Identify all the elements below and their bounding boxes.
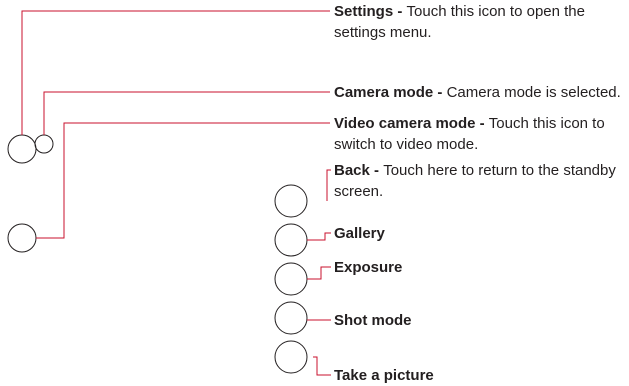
take-picture-leader-line [313,356,331,376]
callout-exposure: Exposure [334,257,402,278]
callout-term: Settings [334,3,394,20]
callout-term: Shot mode [334,312,412,329]
callout-description: Camera mode is selected. [446,84,621,101]
callout-term: Take a picture [334,367,434,384]
callout-description: Touch here to return to the standby [383,162,616,179]
back-icon-circle [274,184,308,218]
callout-shot-mode: Shot mode [334,310,412,331]
callout-term: Back [334,162,370,179]
callout-settings: Settings - Touch this icon to open the s… [334,1,585,43]
callout-description-line2: switch to video mode. [334,136,479,153]
exposure-icon-circle [274,262,308,296]
callout-separator: - [475,115,489,132]
callout-video-camera-mode: Video camera mode - Touch this icon to s… [334,113,605,155]
callout-back: Back - Touch here to return to the stand… [334,160,616,202]
callout-term: Video camera mode [334,115,476,132]
callout-separator: - [433,84,447,101]
gallery-leader-line [307,232,331,241]
callout-term: Exposure [334,259,403,276]
callout-take-a-picture: Take a picture [334,365,434,386]
callout-description-line2: screen. [334,183,384,200]
camera-mode-leader-line [43,91,330,135]
callout-separator: - [393,3,407,20]
video-camera-mode-leader-line [36,122,330,239]
settings-leader-line [21,10,330,135]
back-leader-line [326,169,331,201]
callout-term: Camera mode [334,84,434,101]
camera-mode-icon-circle [34,134,54,154]
callout-camera-mode: Camera mode - Camera mode is selected. [334,82,621,103]
gallery-icon-circle [274,223,308,257]
video-camera-mode-icon-circle [7,223,37,253]
take-picture-icon-circle [274,340,308,374]
callout-description: Touch this icon to [488,115,605,132]
shot-mode-icon-circle [274,301,308,335]
callout-description-line2: settings menu. [334,24,432,41]
exposure-leader-line [307,266,331,280]
callout-term: Gallery [334,225,385,242]
callout-separator: - [369,162,384,179]
settings-icon-circle [7,134,37,164]
callout-description: Touch this icon to open the [406,3,585,20]
callout-gallery: Gallery [334,223,385,244]
